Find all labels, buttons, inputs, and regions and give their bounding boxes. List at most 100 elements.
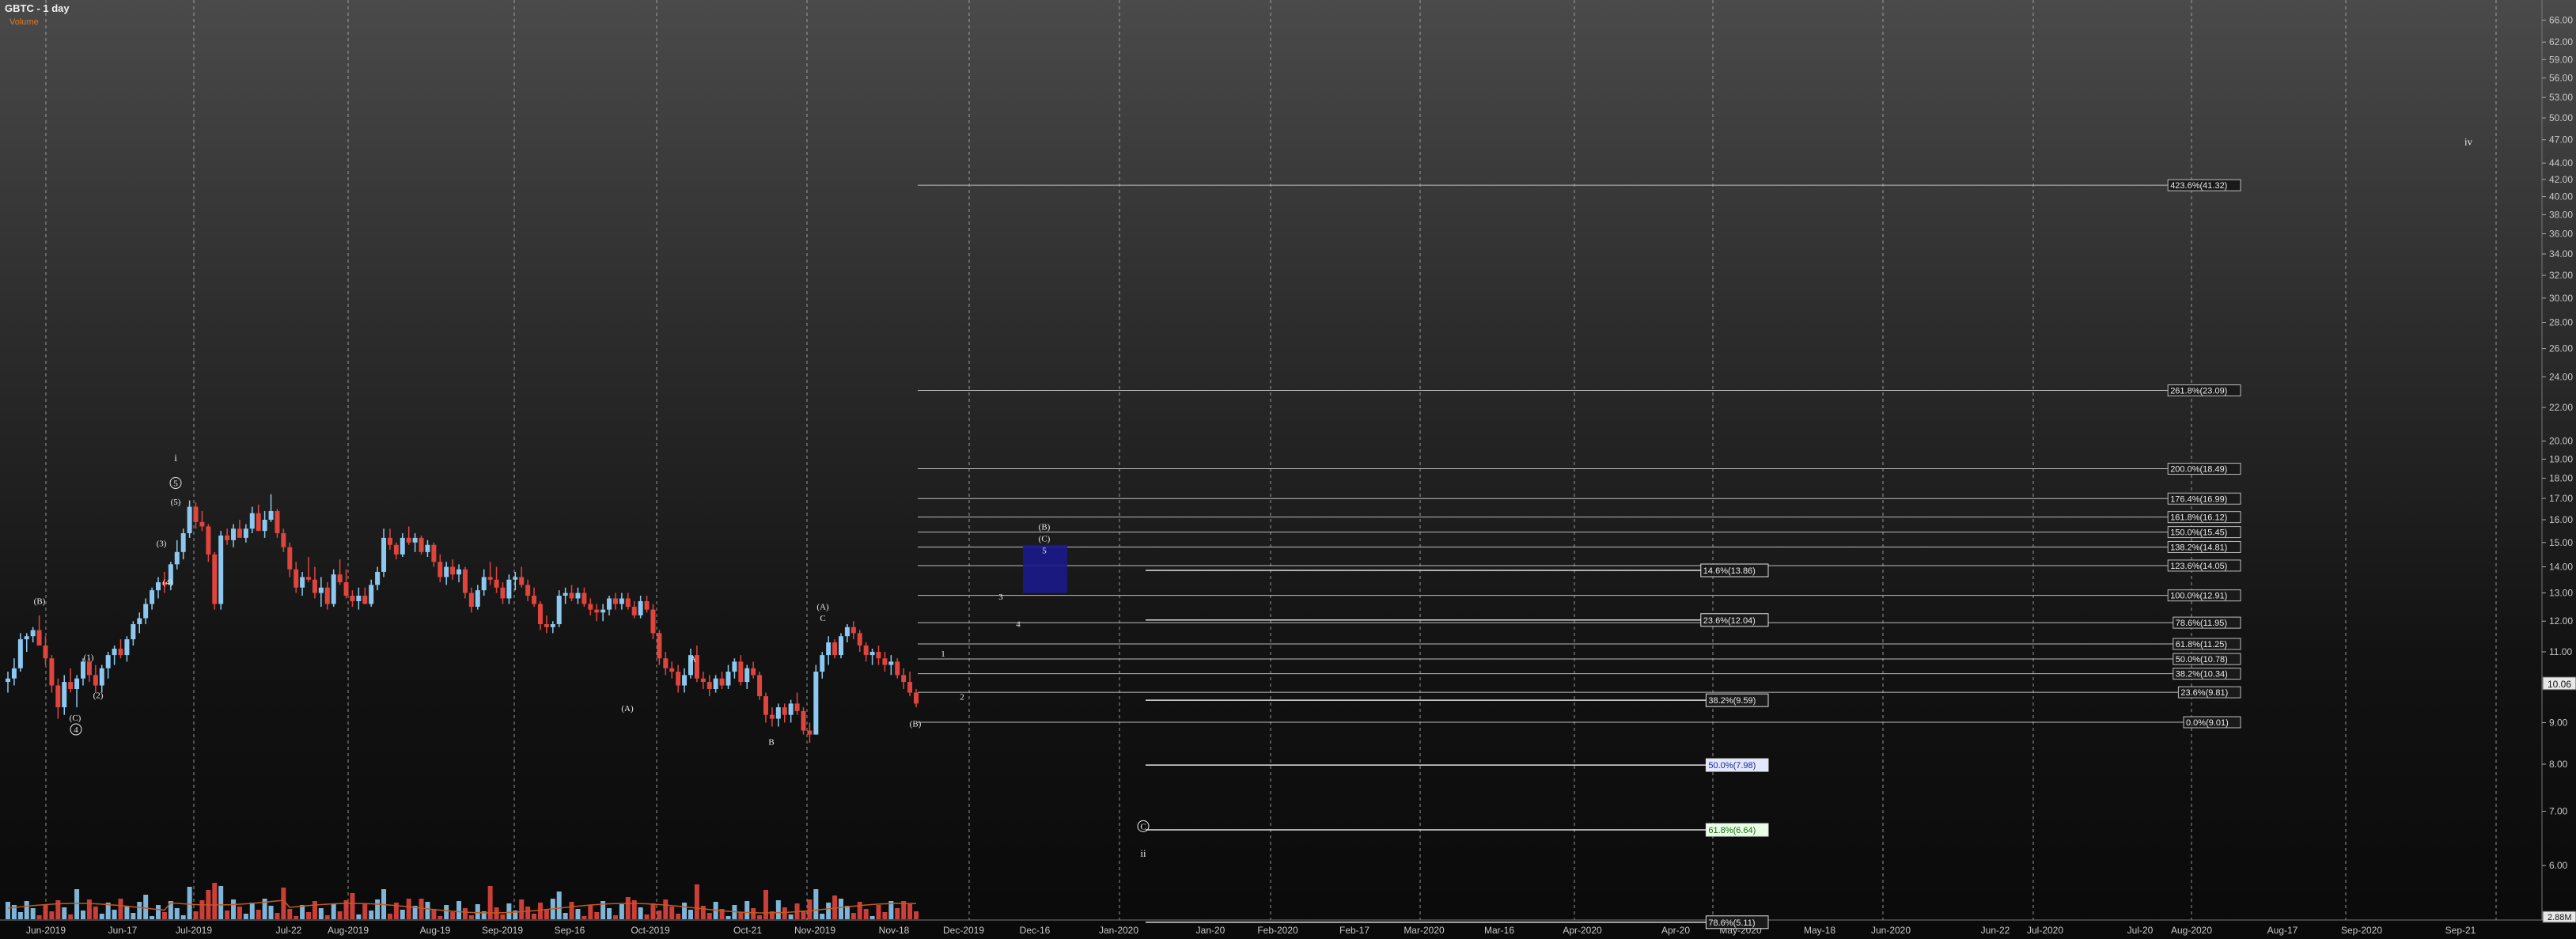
candle-body xyxy=(638,600,643,615)
volume-bar xyxy=(400,910,405,919)
volume-bar xyxy=(324,915,330,919)
candle-body xyxy=(199,521,205,527)
fib-label-secondary: 23.6%(12.04) xyxy=(1703,616,1756,626)
candle-body xyxy=(676,672,681,686)
candle-body xyxy=(575,593,581,599)
candle-body xyxy=(682,675,688,686)
candle-body xyxy=(393,544,399,555)
candle-body xyxy=(312,579,317,593)
candle-body xyxy=(93,675,98,686)
volume-bar xyxy=(156,905,161,919)
candle-body xyxy=(757,675,763,697)
candle-body xyxy=(43,646,48,659)
candle-body xyxy=(118,648,123,656)
candle-body xyxy=(6,678,10,683)
candle-body xyxy=(30,630,36,637)
chart-area[interactable]: 66.00 62.00 59.00 56.00 53.00 50.00 47.00 44.00… xyxy=(0,0,2576,939)
candle-body xyxy=(105,655,111,668)
candle-body xyxy=(782,707,787,715)
candle-body xyxy=(74,678,80,689)
candle-body xyxy=(86,661,92,676)
volume-bar xyxy=(287,909,293,919)
wave-label: (C) xyxy=(1039,534,1051,543)
candle-body xyxy=(450,566,456,575)
price-chart[interactable]: 66.0062.0059.0056.0053.0050.0047.0044.00… xyxy=(0,0,2576,939)
volume-bar xyxy=(456,901,462,919)
x-tick-label: Mar-16 xyxy=(1484,925,1514,936)
wave-label: (A) xyxy=(621,704,634,714)
candle-body xyxy=(468,593,474,608)
fib-label: 23.6%(9.81) xyxy=(2180,688,2228,698)
candle-body xyxy=(876,652,881,659)
candle-body xyxy=(256,513,261,532)
candle-body xyxy=(801,710,806,731)
volume-bar xyxy=(569,902,574,919)
x-tick-label: Aug-2019 xyxy=(328,925,369,936)
candle-body xyxy=(24,636,29,640)
wave-label: (B) xyxy=(1039,523,1051,532)
candle-body xyxy=(99,668,104,686)
volume-bar xyxy=(362,903,368,919)
candle-body xyxy=(324,587,330,604)
x-tick-label: Jun-22 xyxy=(1981,925,2010,936)
volume-bar xyxy=(850,913,856,919)
candle-body xyxy=(844,627,850,637)
volume-bar xyxy=(450,912,456,919)
y-tick-label: 9.00 xyxy=(2549,717,2568,728)
candle-body xyxy=(838,636,843,656)
fib-label-secondary: 78.6%(5.11) xyxy=(1708,918,1755,928)
x-tick-label: Dec-2019 xyxy=(943,925,984,936)
y-tick-label: 12.00 xyxy=(2549,615,2573,627)
y-tick-label: 38.00 xyxy=(2549,209,2573,220)
candle-body xyxy=(544,623,549,627)
x-tick-label: Apr-20 xyxy=(1661,925,1690,936)
candle-body xyxy=(594,609,600,613)
volume-bar xyxy=(575,909,581,919)
candle-body xyxy=(318,587,324,593)
volume-bar xyxy=(813,889,819,919)
candle-body xyxy=(525,585,531,596)
volume-bar xyxy=(350,893,355,919)
volume-bar xyxy=(462,908,468,919)
candle-body xyxy=(444,566,449,577)
x-tick-label: Jul-22 xyxy=(276,925,302,936)
candle-body xyxy=(268,511,274,521)
y-tick-label: 36.00 xyxy=(2549,229,2573,240)
y-tick-label: 34.00 xyxy=(2549,248,2573,259)
volume-bar xyxy=(24,901,29,919)
volume-bar xyxy=(318,908,324,919)
x-tick-label: Jun-2020 xyxy=(1871,925,1911,936)
volume-bar xyxy=(744,901,750,919)
wave-label: (4) xyxy=(163,577,173,587)
wave-label: (2) xyxy=(93,691,104,700)
candle-body xyxy=(751,668,756,676)
volume-bar xyxy=(619,904,624,919)
candle-body xyxy=(425,544,430,552)
y-tick-label: 53.00 xyxy=(2549,92,2573,103)
candle-body xyxy=(826,642,832,656)
candle-body xyxy=(369,585,374,604)
volume-bar xyxy=(725,916,731,919)
volume-bar xyxy=(375,899,381,919)
candle-body xyxy=(456,569,462,575)
volume-bar xyxy=(243,914,248,919)
y-tick-label: 8.00 xyxy=(2549,759,2568,770)
candle-body xyxy=(143,604,149,619)
candle-body xyxy=(663,658,669,668)
candle-body xyxy=(275,511,280,534)
volume-bar xyxy=(86,899,92,919)
fib-label: 261.8%(23.09) xyxy=(2170,387,2227,396)
candle-body xyxy=(381,537,387,572)
volume-bar xyxy=(180,915,186,919)
volume-bar xyxy=(438,916,443,919)
volume-bar xyxy=(594,912,600,919)
x-tick-label: Jan-2020 xyxy=(1099,925,1138,936)
candle-body xyxy=(36,630,42,646)
volume-readout-value: 2.88M xyxy=(2548,913,2572,922)
wave-label: (B) xyxy=(34,596,46,606)
volume-bar xyxy=(81,911,86,919)
x-tick-label: Aug-2020 xyxy=(2171,925,2212,936)
volume-bar xyxy=(544,910,549,919)
x-tick-label: Nov-2019 xyxy=(794,925,835,936)
wave-label: ii xyxy=(1140,847,1146,859)
